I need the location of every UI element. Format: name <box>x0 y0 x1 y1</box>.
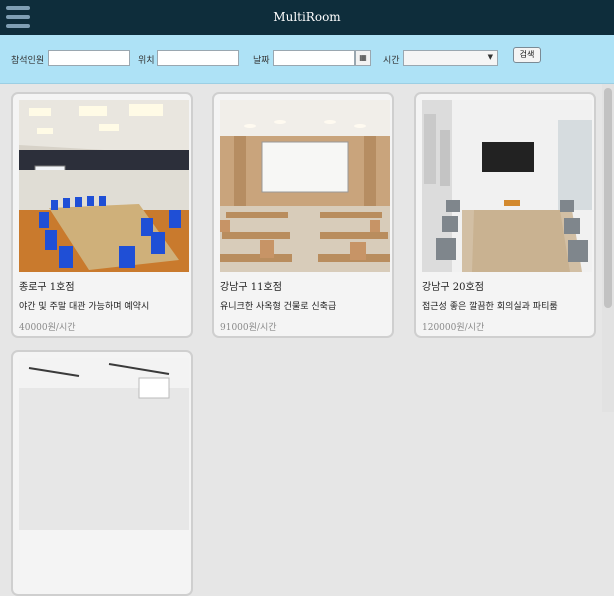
date-input[interactable] <box>273 50 355 66</box>
room-name: 강남구 20호점 <box>422 282 484 293</box>
room-photo <box>19 100 189 272</box>
search-button[interactable]: 검색 <box>513 47 541 63</box>
scrollbar[interactable] <box>602 84 614 412</box>
room-description: 유니크한 사옥형 건물로 신축급 <box>220 302 337 312</box>
room-card-gangnam-20[interactable]: 강남구 20호점 접근성 좋은 깔끔한 회의실과 파티룸 120000원/시간 <box>414 92 596 338</box>
room-description: 접근성 좋은 깔끔한 회의실과 파티룸 <box>422 302 558 312</box>
room-price: 120000원/시간 <box>422 323 485 333</box>
room-photo <box>19 358 189 530</box>
time-select[interactable]: ▼ <box>403 50 498 66</box>
scrollbar-thumb[interactable] <box>604 88 612 308</box>
room-card-jongno-1[interactable]: 종로구 1호점 야간 및 주말 대관 가능하며 예약시 40000원/시간 <box>11 92 193 338</box>
people-label: 참석인원 <box>11 56 45 66</box>
room-photo <box>422 100 592 272</box>
room-list: 종로구 1호점 야간 및 주말 대관 가능하며 예약시 40000원/시간 강남… <box>0 84 614 596</box>
room-name: 강남구 11호점 <box>220 282 282 293</box>
room-card-gangnam-11[interactable]: 강남구 11호점 유니크한 사옥형 건물로 신축급 91000원/시간 <box>212 92 394 338</box>
app-title: MultiRoom <box>273 10 341 24</box>
time-label: 시간 <box>383 56 400 66</box>
location-input[interactable] <box>157 50 239 66</box>
search-bar: 참석인원 위치 날짜 ▦ 시간 ▼ 검색 <box>0 35 614 84</box>
calendar-icon[interactable]: ▦ <box>355 50 371 66</box>
room-description: 야간 및 주말 대관 가능하며 예약시 <box>19 302 150 312</box>
room-price: 91000원/시간 <box>220 323 277 333</box>
room-price: 40000원/시간 <box>19 323 76 333</box>
room-card-partial[interactable] <box>11 350 193 596</box>
room-photo <box>220 100 390 272</box>
chevron-down-icon: ▼ <box>487 53 493 61</box>
location-label: 위치 <box>138 56 155 66</box>
people-input[interactable] <box>48 50 130 66</box>
app-header: MultiRoom <box>0 0 614 35</box>
room-name: 종로구 1호점 <box>19 282 75 293</box>
date-label: 날짜 <box>253 56 270 66</box>
